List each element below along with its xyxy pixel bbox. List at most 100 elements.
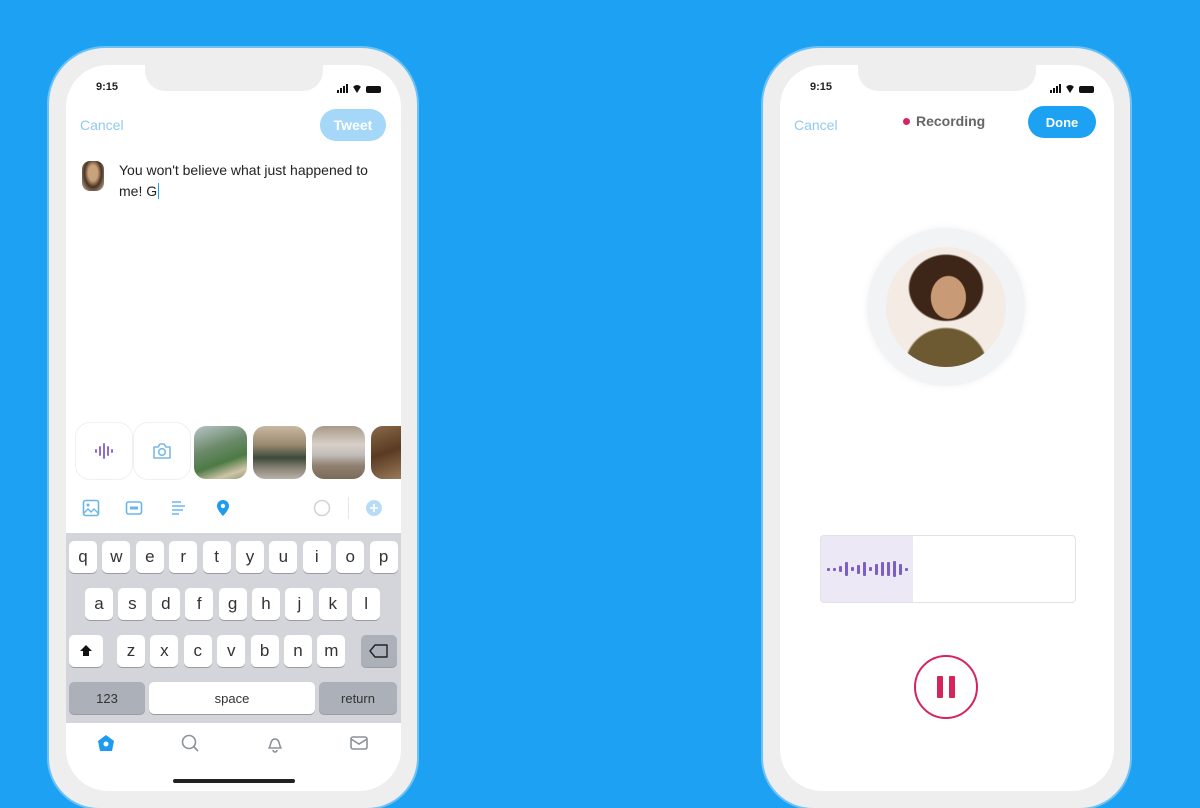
compose-phone: 9:15 Cancel Tweet You won't believe what…: [49, 48, 417, 808]
key-m[interactable]: m: [317, 635, 346, 667]
compose-input[interactable]: You won't believe what just happened to …: [119, 160, 389, 202]
waveform-bar: [887, 562, 890, 576]
tweet-button[interactable]: Tweet: [320, 109, 386, 141]
waveform-bar: [893, 561, 896, 577]
waveform: [827, 536, 908, 602]
key-v[interactable]: v: [217, 635, 246, 667]
media-row: [66, 423, 401, 483]
text-caret: [158, 183, 160, 199]
pause-icon-bar: [949, 676, 955, 698]
user-avatar: [886, 247, 1006, 367]
avatar-ring: [867, 228, 1025, 386]
key-g[interactable]: g: [218, 588, 247, 620]
gif-icon[interactable]: [125, 499, 143, 517]
keyboard-row: qwertyuiop: [66, 541, 401, 573]
waveform-bar: [875, 563, 878, 575]
key-x[interactable]: x: [150, 635, 179, 667]
key-j[interactable]: j: [285, 588, 314, 620]
backspace-icon: [369, 644, 388, 658]
cancel-button[interactable]: Cancel: [794, 117, 838, 133]
camera-button[interactable]: [134, 423, 190, 479]
home-indicator: [172, 779, 295, 783]
return-key[interactable]: return: [319, 682, 397, 714]
home-icon[interactable]: [96, 733, 116, 753]
image-icon[interactable]: [82, 499, 100, 517]
key-e[interactable]: e: [135, 541, 164, 573]
key-d[interactable]: d: [151, 588, 180, 620]
toolbar-divider: [348, 497, 349, 519]
cancel-button[interactable]: Cancel: [80, 117, 124, 133]
waveform-bar: [827, 567, 830, 571]
signal-icon: [1050, 84, 1061, 93]
keyboard-row: 123 space return: [66, 682, 401, 714]
photo-thumbnail[interactable]: [253, 426, 306, 479]
waveform-track: [820, 535, 1076, 603]
key-s[interactable]: s: [118, 588, 147, 620]
key-p[interactable]: p: [369, 541, 398, 573]
status-time: 9:15: [810, 81, 833, 93]
waveform-bar: [863, 562, 866, 576]
pause-button[interactable]: [914, 655, 978, 719]
waveform-bar: [857, 564, 860, 574]
signal-icon: [337, 84, 348, 93]
waveform-icon: [95, 443, 113, 459]
key-h[interactable]: h: [252, 588, 280, 620]
key-u[interactable]: u: [269, 541, 298, 573]
tab-bar: [66, 725, 401, 765]
key-a[interactable]: a: [85, 588, 113, 620]
key-o[interactable]: o: [336, 541, 365, 573]
key-w[interactable]: w: [102, 541, 131, 573]
character-count-circle: [313, 499, 331, 517]
pause-icon: [937, 676, 943, 698]
shift-key[interactable]: [69, 635, 103, 667]
done-button[interactable]: Done: [1028, 106, 1096, 138]
compose-toolbar: [66, 495, 401, 523]
waveform-bar: [839, 566, 842, 572]
space-key[interactable]: space: [149, 682, 315, 714]
waveform-bar: [833, 567, 836, 571]
waveform-bar: [845, 562, 848, 576]
messages-icon[interactable]: [349, 733, 369, 753]
notifications-icon[interactable]: [265, 733, 285, 753]
camera-icon: [153, 443, 171, 459]
wifi-icon: [352, 85, 362, 93]
key-c[interactable]: c: [183, 635, 212, 667]
poll-icon[interactable]: [170, 499, 188, 517]
add-thread-icon[interactable]: [365, 499, 383, 517]
keyboard-row: asdfghjkl: [66, 588, 401, 620]
recording-label: Recording: [916, 113, 986, 129]
waveform-bar: [905, 567, 908, 571]
voice-tweet-button[interactable]: [76, 423, 132, 479]
recording-dot-icon: [903, 117, 910, 125]
photo-thumbnail[interactable]: [312, 426, 365, 479]
key-z[interactable]: z: [117, 635, 145, 667]
key-y[interactable]: y: [236, 541, 264, 573]
photo-thumbnail[interactable]: [194, 426, 247, 479]
recording-screen: 9:15 Cancel Recording Done: [780, 65, 1114, 791]
location-icon[interactable]: [214, 499, 232, 517]
key-l[interactable]: l: [352, 588, 381, 620]
status-time: 9:15: [96, 81, 119, 93]
waveform-bar: [899, 563, 902, 575]
key-r[interactable]: r: [169, 541, 198, 573]
key-k[interactable]: k: [318, 588, 347, 620]
photo-thumbnail[interactable]: [371, 426, 401, 479]
key-b[interactable]: b: [250, 635, 279, 667]
shift-icon: [80, 645, 92, 656]
numbers-key[interactable]: 123: [69, 682, 145, 714]
battery-icon: [366, 86, 381, 93]
search-icon[interactable]: [180, 733, 200, 753]
key-q[interactable]: q: [69, 541, 97, 573]
avatar: [82, 161, 104, 191]
backspace-key[interactable]: [361, 635, 397, 667]
waveform-bar: [881, 562, 884, 576]
keyboard: qwertyuiop asdfghjkl zxcvbnm 123 space r…: [66, 533, 401, 723]
recording-status: Recording: [903, 113, 985, 129]
compose-screen: 9:15 Cancel Tweet You won't believe what…: [66, 65, 401, 791]
key-i[interactable]: i: [302, 541, 331, 573]
key-n[interactable]: n: [284, 635, 312, 667]
key-t[interactable]: t: [202, 541, 231, 573]
keyboard-row: zxcvbnm: [66, 635, 401, 667]
key-f[interactable]: f: [185, 588, 214, 620]
recording-phone: 9:15 Cancel Recording Done: [763, 48, 1130, 808]
